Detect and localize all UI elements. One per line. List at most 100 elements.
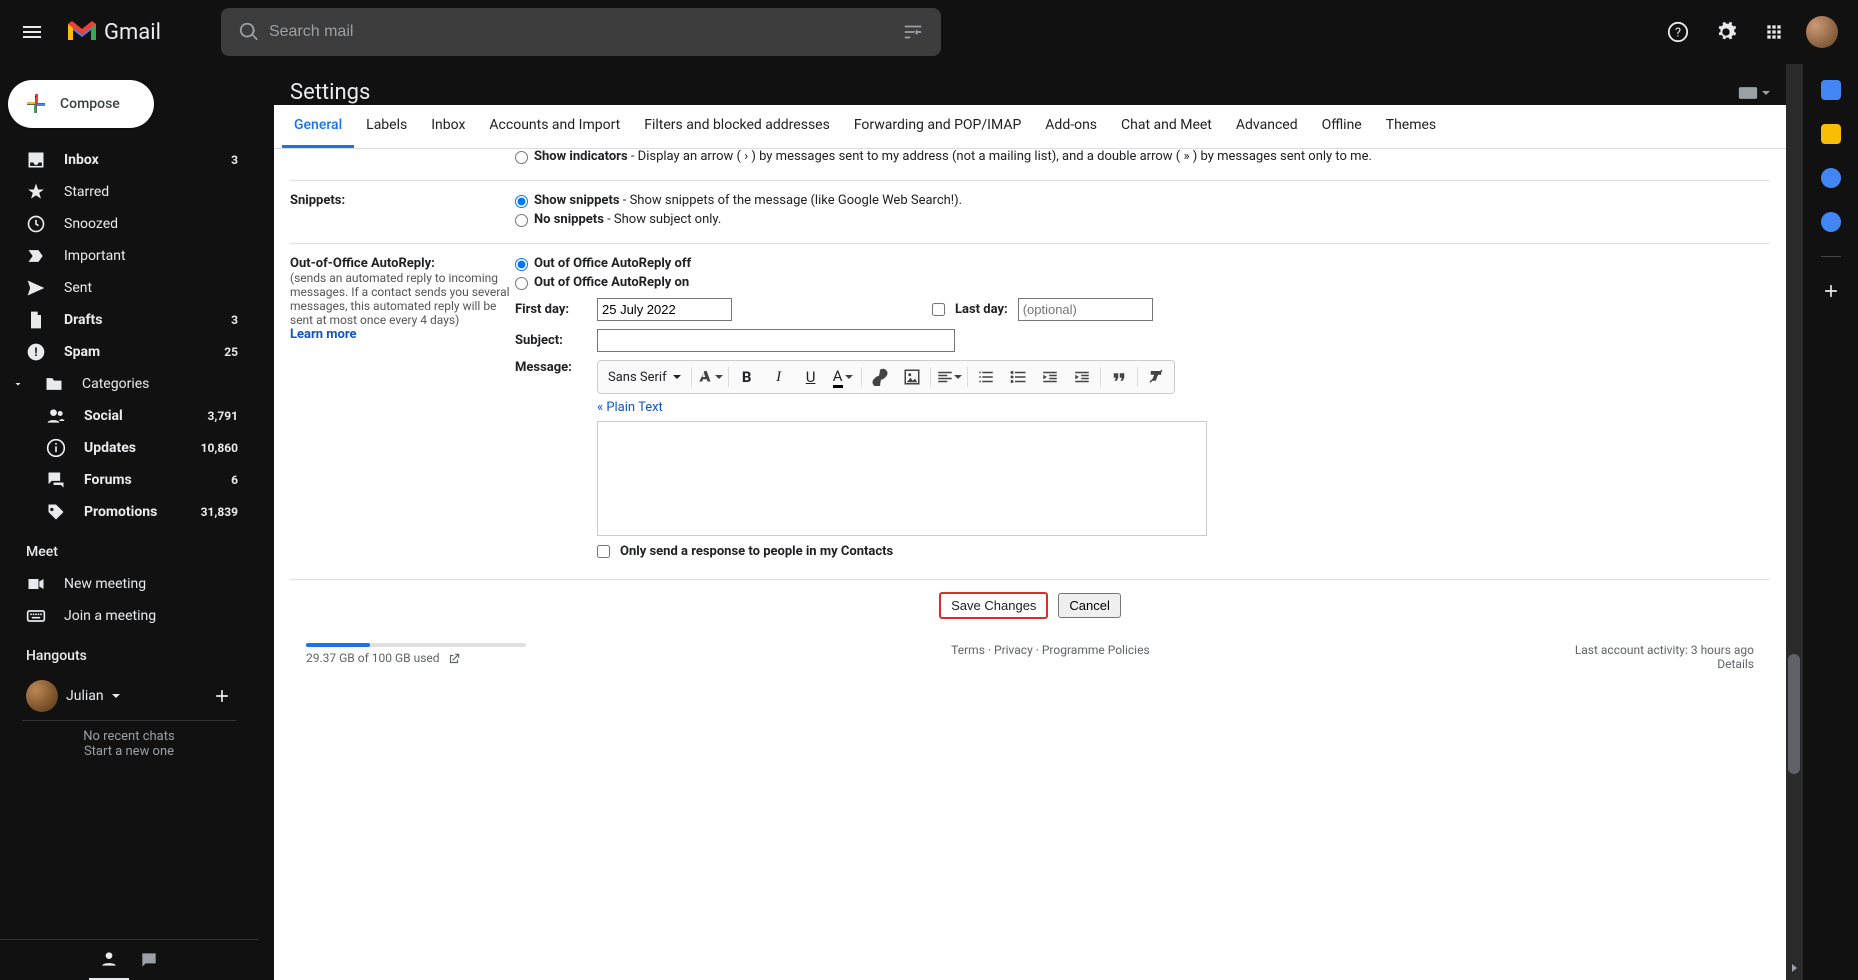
scrollbar-down-button[interactable]	[1786, 960, 1802, 976]
cancel-button[interactable]: Cancel	[1058, 593, 1120, 618]
tab-offline[interactable]: Offline	[1310, 105, 1374, 148]
tab-forwarding[interactable]: Forwarding and POP/IMAP	[842, 105, 1033, 148]
chevron-down-icon	[954, 375, 962, 379]
image-button[interactable]	[896, 363, 928, 391]
nav-new-meeting[interactable]: New meeting	[0, 568, 250, 600]
first-day-input[interactable]	[597, 298, 732, 321]
nav-categories[interactable]: Categories	[0, 368, 250, 400]
search-bar[interactable]	[221, 8, 941, 56]
get-addons-button[interactable]	[1821, 281, 1841, 301]
ooo-learn-more-link[interactable]: Learn more	[290, 327, 357, 342]
file-icon	[26, 310, 46, 330]
tab-inbox[interactable]: Inbox	[419, 105, 477, 148]
tab-addons[interactable]: Add-ons	[1033, 105, 1109, 148]
tab-themes[interactable]: Themes	[1374, 105, 1448, 148]
gmail-logo[interactable]: Gmail	[64, 18, 161, 46]
chevron-down-icon	[1762, 91, 1770, 95]
compose-button[interactable]: Compose	[8, 80, 154, 128]
nav-important[interactable]: Important	[0, 240, 250, 272]
support-button[interactable]: ?	[1658, 12, 1698, 52]
tasks-icon	[1821, 168, 1841, 188]
no-snippets-radio[interactable]	[515, 214, 528, 227]
align-button[interactable]	[933, 363, 965, 391]
contacts-only-checkbox[interactable]	[597, 545, 610, 558]
input-tools-button[interactable]	[1738, 86, 1770, 100]
plain-text-link[interactable]: « Plain Text	[597, 400, 663, 415]
remove-format-button[interactable]	[1140, 363, 1172, 391]
hangouts-user-row[interactable]: Julian	[0, 672, 258, 720]
ooo-off-radio[interactable]	[515, 258, 528, 271]
link-button[interactable]	[864, 363, 896, 391]
bullet-list-button[interactable]	[1002, 363, 1034, 391]
settings-button[interactable]	[1706, 12, 1746, 52]
message-editor[interactable]	[597, 421, 1207, 536]
nav-updates[interactable]: Updates10,860	[0, 432, 250, 464]
main-menu-button[interactable]	[8, 8, 56, 56]
tasks-addon[interactable]	[1821, 168, 1841, 188]
underline-button[interactable]: U	[795, 363, 827, 391]
gmail-wordmark: Gmail	[104, 20, 161, 45]
text-color-button[interactable]: A	[827, 363, 859, 391]
scrollbar-thumb[interactable]	[1788, 654, 1800, 774]
terms-link[interactable]: Terms	[951, 643, 985, 657]
nav-drafts[interactable]: Drafts3	[0, 304, 250, 336]
tab-general[interactable]: General	[282, 105, 354, 148]
show-snippets-radio[interactable]	[515, 195, 528, 208]
meet-section-label: Meet	[0, 528, 258, 568]
ul-icon	[1009, 368, 1027, 386]
numbered-list-button[interactable]	[970, 363, 1002, 391]
nav-spam[interactable]: ! Spam25	[0, 336, 250, 368]
hangouts-chat-tab[interactable]	[129, 940, 169, 980]
last-day-input[interactable]	[1018, 298, 1153, 321]
save-changes-button[interactable]: Save Changes	[939, 592, 1048, 619]
search-input[interactable]	[269, 23, 893, 41]
nav-inbox[interactable]: Inbox3	[0, 144, 250, 176]
show-indicators-radio[interactable]	[515, 151, 528, 164]
hamburger-icon	[20, 20, 44, 44]
open-external-icon[interactable]	[447, 652, 461, 666]
subject-input[interactable]	[597, 329, 955, 352]
keyboard-icon	[26, 606, 46, 626]
font-family-select[interactable]: Sans Serif	[600, 370, 689, 385]
tab-filters[interactable]: Filters and blocked addresses	[632, 105, 842, 148]
nav-starred[interactable]: Starred	[0, 176, 250, 208]
nav-join-meeting[interactable]: Join a meeting	[0, 600, 250, 632]
indent-more-button[interactable]	[1066, 363, 1098, 391]
scrollbar[interactable]	[1786, 64, 1802, 980]
nav-sent[interactable]: Sent	[0, 272, 250, 304]
apps-button[interactable]	[1754, 12, 1794, 52]
nav-snoozed[interactable]: Snoozed	[0, 208, 250, 240]
tab-chat[interactable]: Chat and Meet	[1109, 105, 1224, 148]
last-day-checkbox[interactable]	[932, 303, 945, 316]
tab-accounts[interactable]: Accounts and Import	[477, 105, 632, 148]
plus-icon	[212, 686, 232, 706]
search-icon	[238, 21, 260, 43]
font-size-button[interactable]	[694, 363, 726, 391]
image-icon	[903, 368, 921, 386]
calendar-addon[interactable]	[1821, 80, 1841, 100]
tab-advanced[interactable]: Advanced	[1224, 105, 1310, 148]
nav-promotions[interactable]: Promotions31,839	[0, 496, 250, 528]
search-button[interactable]	[229, 12, 269, 52]
tab-labels[interactable]: Labels	[354, 105, 419, 148]
ooo-on-radio[interactable]	[515, 277, 528, 290]
nav-social[interactable]: Social3,791	[0, 400, 250, 432]
italic-button[interactable]: I	[763, 363, 795, 391]
quote-icon	[1110, 368, 1128, 386]
contacts-addon[interactable]	[1821, 212, 1841, 232]
indent-less-button[interactable]	[1034, 363, 1066, 391]
bold-button[interactable]: B	[731, 363, 763, 391]
keep-addon[interactable]	[1821, 124, 1841, 144]
policies-link[interactable]: Programme Policies	[1042, 643, 1150, 657]
settings-content[interactable]: Show indicators - Display an arrow ( › )…	[274, 149, 1786, 980]
storage-progress	[306, 643, 526, 647]
hangouts-contacts-tab[interactable]	[89, 940, 129, 980]
privacy-link[interactable]: Privacy	[994, 643, 1033, 657]
account-button[interactable]	[1802, 12, 1842, 52]
quote-button[interactable]	[1103, 363, 1135, 391]
search-options-button[interactable]	[893, 12, 933, 52]
details-link[interactable]: Details	[1717, 657, 1754, 671]
ooo-label: Out-of-Office AutoReply:	[290, 256, 515, 271]
hangouts-new-button[interactable]	[212, 686, 232, 706]
nav-forums[interactable]: Forums6	[0, 464, 250, 496]
